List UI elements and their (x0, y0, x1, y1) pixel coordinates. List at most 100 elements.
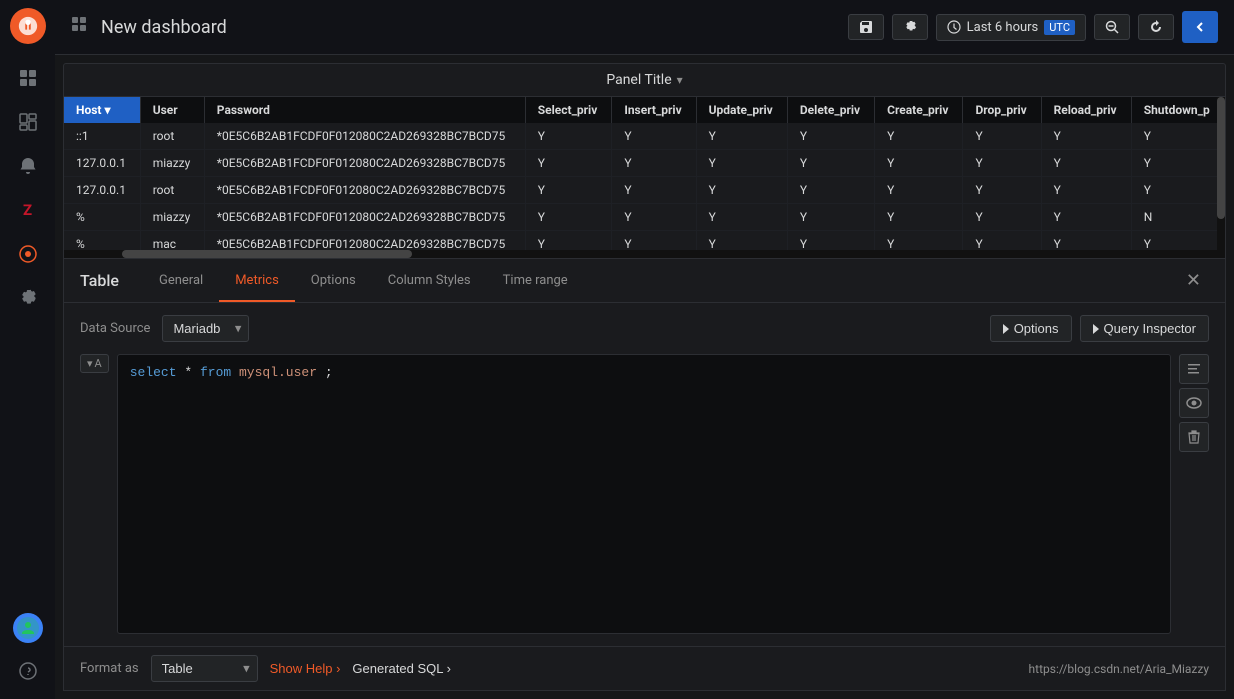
col-header-password[interactable]: Password (204, 97, 525, 123)
table-cell: root (140, 123, 204, 150)
scrollbar-v-thumb[interactable] (1217, 97, 1225, 219)
table-row: ::1root*0E5C6B2AB1FCDF0F012080C2AD269328… (64, 123, 1225, 150)
table-cell: Y (787, 177, 874, 204)
tab-time-range[interactable]: Time range (487, 261, 584, 302)
sidebar-item-zabbix[interactable]: Z (8, 190, 48, 230)
tab-metrics[interactable]: Metrics (219, 261, 295, 302)
panel-title-text: Panel Title (606, 72, 671, 88)
col-header-drop-priv[interactable]: Drop_priv (963, 97, 1041, 123)
close-editor-button[interactable]: ✕ (1178, 262, 1209, 299)
panel-title[interactable]: Panel Title ▾ (606, 72, 682, 88)
table-cell: *0E5C6B2AB1FCDF0F012080C2AD269328BC7BCD7… (204, 204, 525, 231)
apps-icon (71, 16, 89, 39)
table-cell: Y (612, 204, 696, 231)
table-cell: Y (1131, 177, 1224, 204)
utc-badge: UTC (1044, 20, 1075, 35)
sidebar-item-help[interactable] (8, 651, 48, 691)
time-range-label: Last 6 hours (967, 20, 1039, 35)
sidebar-logo[interactable] (10, 8, 46, 44)
topbar: New dashboard Last 6 hours UTC (55, 0, 1234, 55)
query-editor-wrap: ▾ A select * from mysql.user ; (80, 354, 1209, 634)
col-header-insert-priv[interactable]: Insert_priv (612, 97, 696, 123)
query-actions (1179, 354, 1209, 634)
format-select[interactable]: Table Time series (151, 655, 258, 682)
zoom-out-button[interactable] (1094, 14, 1130, 40)
query-format-button[interactable] (1179, 354, 1209, 384)
table-cell: Y (963, 150, 1041, 177)
table-cell: Y (525, 204, 612, 231)
tab-column-styles[interactable]: Column Styles (372, 261, 487, 302)
query-inspector-button[interactable]: Query Inspector (1080, 315, 1210, 342)
edit-panel: Table General Metrics Options Column Sty… (63, 259, 1226, 691)
datasource-select[interactable]: Mariadb (162, 315, 249, 342)
main-content: New dashboard Last 6 hours UTC Panel Tit… (55, 0, 1234, 699)
generated-sql-button[interactable]: Generated SQL › (352, 661, 451, 676)
show-help-button[interactable]: Show Help › (270, 661, 341, 676)
settings-button[interactable] (892, 14, 928, 40)
table-cell: Y (525, 177, 612, 204)
horizontal-scrollbar[interactable] (64, 250, 1225, 258)
table-cell: 127.0.0.1 (64, 150, 140, 177)
table-cell: Y (696, 150, 787, 177)
col-header-select-priv[interactable]: Select_priv (525, 97, 612, 123)
col-header-reload-priv[interactable]: Reload_priv (1041, 97, 1131, 123)
table-cell: Y (696, 123, 787, 150)
col-header-delete-priv[interactable]: Delete_priv (787, 97, 874, 123)
col-header-user[interactable]: User (140, 97, 204, 123)
vertical-scrollbar[interactable] (1217, 97, 1225, 250)
query-toggle-visibility-button[interactable] (1179, 388, 1209, 418)
page-title: New dashboard (101, 17, 840, 38)
table-cell: Y (963, 123, 1041, 150)
query-collapse-button[interactable]: ▾ A (80, 354, 109, 373)
options-label: Options (1014, 321, 1059, 336)
col-header-update-priv[interactable]: Update_priv (696, 97, 787, 123)
table-cell: Y (525, 150, 612, 177)
datasource-row: Data Source Mariadb Options Qu (80, 315, 1209, 342)
table-cell: Y (1041, 150, 1131, 177)
table-cell: Y (875, 150, 963, 177)
sidebar-item-explore[interactable] (8, 234, 48, 274)
panel-area: Panel Title ▾ Host ▾ User Password Selec… (55, 55, 1234, 699)
user-avatar[interactable] (13, 613, 43, 643)
save-button[interactable] (848, 14, 884, 40)
table-cell: 127.0.0.1 (64, 177, 140, 204)
sidebar-item-settings[interactable] (8, 278, 48, 318)
table-cell: miazzy (140, 204, 204, 231)
refresh-button[interactable] (1138, 14, 1174, 40)
scrollbar-thumb[interactable] (122, 250, 412, 258)
col-header-create-priv[interactable]: Create_priv (875, 97, 963, 123)
sidebar-item-dashboard[interactable] (8, 102, 48, 142)
format-as-label: Format as (80, 661, 139, 676)
table-cell: N (1131, 204, 1224, 231)
table-cell: Y (612, 150, 696, 177)
time-range-picker[interactable]: Last 6 hours UTC (936, 14, 1086, 41)
options-button[interactable]: Options (990, 315, 1072, 342)
format-select-wrap: Table Time series (151, 655, 258, 682)
tab-options[interactable]: Options (295, 261, 372, 302)
table-cell: Y (1131, 150, 1224, 177)
table-cell: Y (875, 177, 963, 204)
editor-title: Table (80, 259, 135, 302)
table-cell: Y (787, 204, 874, 231)
table-cell: Y (875, 123, 963, 150)
query-area: Data Source Mariadb Options Qu (64, 303, 1225, 646)
query-label: ▾ A (80, 354, 109, 634)
tab-general[interactable]: General (143, 261, 219, 302)
table-cell: Y (1041, 123, 1131, 150)
table-cell: Y (525, 123, 612, 150)
col-header-host[interactable]: Host ▾ (64, 97, 140, 123)
sidebar-item-add[interactable] (8, 58, 48, 98)
col-header-shutdown-priv[interactable]: Shutdown_p (1131, 97, 1224, 123)
panel-title-caret-icon: ▾ (677, 73, 683, 87)
panel-header: Panel Title ▾ (63, 63, 1226, 97)
table-row: 127.0.0.1root*0E5C6B2AB1FCDF0F012080C2AD… (64, 177, 1225, 204)
query-editor-box[interactable]: select * from mysql.user ; (117, 354, 1171, 634)
sidebar-item-alerting[interactable] (8, 146, 48, 186)
datasource-select-wrap: Mariadb (162, 315, 249, 342)
options-triangle-icon (1003, 324, 1009, 334)
back-button[interactable] (1182, 11, 1218, 43)
query-delete-button[interactable] (1179, 422, 1209, 452)
table-cell: Y (1131, 123, 1224, 150)
query-inspector-label: Query Inspector (1104, 321, 1197, 336)
table-cell: Y (1041, 177, 1131, 204)
